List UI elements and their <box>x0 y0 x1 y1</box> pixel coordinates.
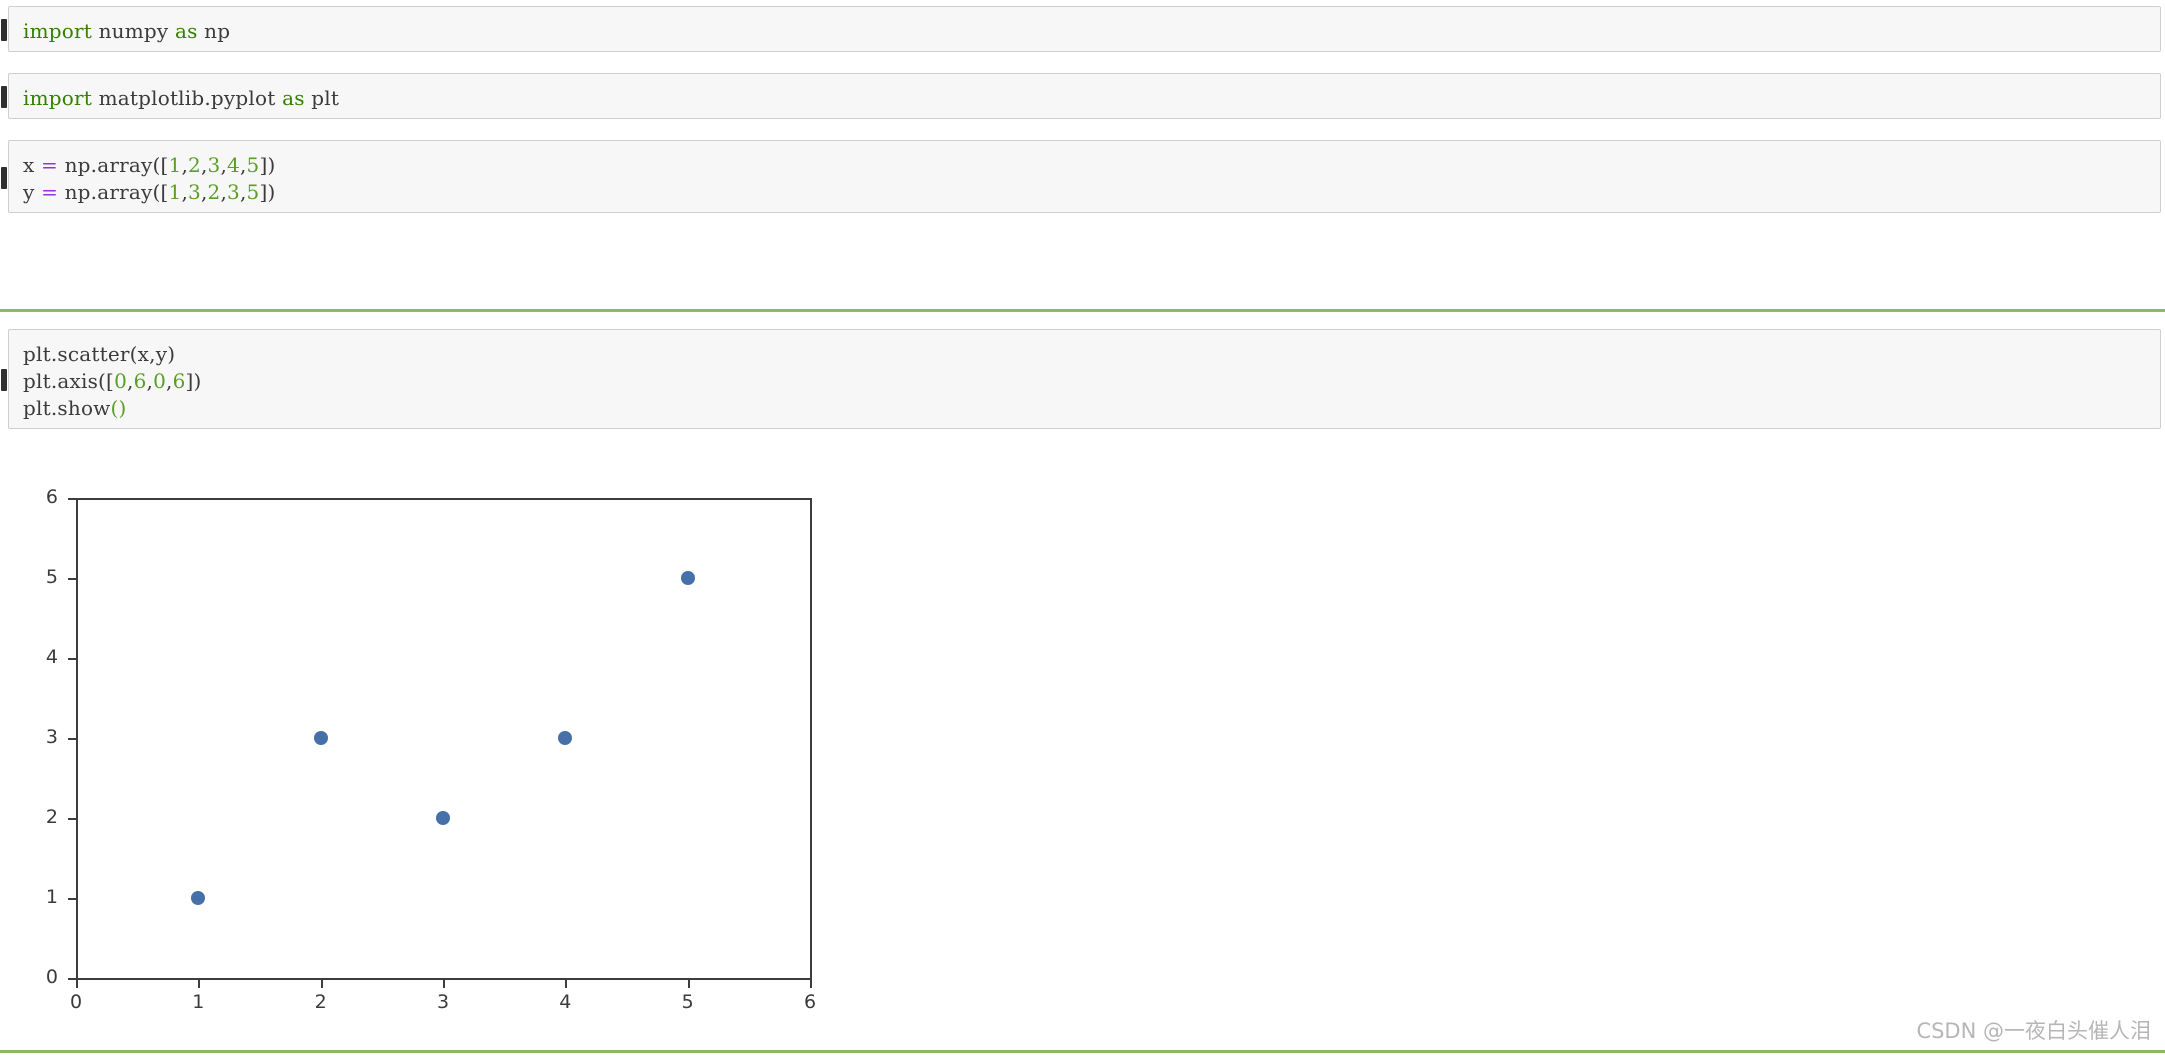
code-editor-area[interactable]: import numpy as np <box>9 7 2160 56</box>
y-tick-label: 2 <box>45 806 58 828</box>
code-token: plt.axis([ <box>23 369 115 393</box>
code-token: np <box>197 19 231 43</box>
code-token: 1 <box>168 153 182 177</box>
code-token: 2 <box>188 153 201 177</box>
code-line: plt.scatter(x,y) <box>23 341 2160 368</box>
cell-separator-rule-top <box>0 309 2165 312</box>
y-tick-label: 1 <box>45 886 58 908</box>
code-token: plt.show <box>23 396 111 420</box>
code-token: 5 <box>246 153 260 177</box>
x-tick-mark <box>320 980 323 988</box>
x-tick-mark <box>687 980 690 988</box>
scatter-point <box>191 891 206 905</box>
code-token: 5 <box>246 180 260 204</box>
code-token: 0 <box>114 369 127 393</box>
scatter-point <box>313 731 328 745</box>
code-token: as <box>282 86 305 110</box>
code-token: 4 <box>227 153 240 177</box>
cell-selection-bar <box>1 369 7 391</box>
axis-spine-right <box>810 498 812 980</box>
x-tick-label: 1 <box>192 991 205 1013</box>
y-tick-label: 3 <box>45 726 58 748</box>
cell-selection-bar <box>1 86 7 108</box>
y-tick-label: 4 <box>45 646 58 668</box>
x-tick-label: 4 <box>559 991 572 1013</box>
cell-selection-bar <box>1 167 7 189</box>
code-token: 6 <box>133 369 147 393</box>
code-token: ]) <box>185 369 202 393</box>
code-line: import matplotlib.pyplot as plt <box>23 85 2160 112</box>
y-tick-mark <box>68 898 76 900</box>
code-token: as <box>174 19 198 43</box>
y-tick-mark <box>68 978 76 980</box>
code-token: x <box>23 153 42 177</box>
code-line: plt.show() <box>23 395 2160 422</box>
x-tick-label: 6 <box>803 991 817 1013</box>
x-tick-mark <box>76 980 78 988</box>
cell-plot[interactable]: plt.scatter(x,y) plt.axis([0,6,0,6]) plt.s… <box>1 329 2161 429</box>
scatter-point <box>436 811 450 825</box>
code-token: 2 <box>207 180 221 204</box>
y-tick-mark <box>68 498 76 500</box>
y-tick-label: 5 <box>45 566 58 588</box>
code-editor-area[interactable]: import matplotlib.pyplot as plt <box>9 74 2160 123</box>
y-tick-mark <box>68 578 76 580</box>
y-tick-mark <box>68 818 76 820</box>
x-tick-mark <box>198 980 201 988</box>
code-token: = <box>41 180 59 204</box>
x-tick-mark <box>810 980 812 988</box>
code-token: 3 <box>188 180 201 204</box>
x-tick-mark <box>443 980 445 988</box>
code-token: plt.scatter(x,y) <box>23 342 176 366</box>
csdn-watermark: CSDN @一夜白头催人泪 <box>1916 1019 2151 1043</box>
code-editor-area[interactable]: plt.scatter(x,y) plt.axis([0,6,0,6]) plt.s… <box>9 330 2160 433</box>
scatter-point <box>680 571 695 585</box>
code-editor-area[interactable]: x = np.array([1,2,3,4,5]) y = np.array([1… <box>9 141 2160 217</box>
y-tick-mark <box>68 658 76 660</box>
code-token: y <box>23 180 42 204</box>
axis-spine-top <box>76 498 810 500</box>
code-token: = <box>41 153 59 177</box>
y-tick-label: 6 <box>45 486 58 508</box>
x-tick-label: 2 <box>314 991 327 1013</box>
code-token: 3 <box>227 180 240 204</box>
code-token: 0 <box>153 369 166 393</box>
code-token: import <box>23 19 93 43</box>
code-line: plt.axis([0,6,0,6]) <box>23 368 2160 395</box>
code-token: ]) <box>259 180 276 204</box>
code-token: () <box>110 396 127 420</box>
y-tick-mark <box>68 738 76 740</box>
x-tick-label: 0 <box>69 991 83 1013</box>
cell-selection-bar <box>1 19 7 41</box>
cell-import-pyplot[interactable]: import matplotlib.pyplot as plt <box>1 73 2161 119</box>
cell-define-arrays[interactable]: x = np.array([1,2,3,4,5]) y = np.array([1… <box>1 140 2161 213</box>
cell-separator-rule-bottom <box>0 1050 2165 1053</box>
code-token: import <box>23 86 93 110</box>
code-token: ]) <box>259 153 276 177</box>
axis-spine-left <box>76 498 78 978</box>
code-token: 6 <box>172 369 186 393</box>
code-token: matplotlib.pyplot <box>92 86 283 110</box>
code-line: y = np.array([1,3,2,3,5]) <box>23 179 2160 206</box>
code-token: np.array([ <box>58 180 169 204</box>
x-tick-mark <box>565 980 568 988</box>
code-token: numpy <box>92 19 175 43</box>
matplotlib-figure-output: 0 1 2 3 4 5 6 0 1 2 3 4 5 6 <box>0 470 900 1013</box>
code-token: 3 <box>207 153 221 177</box>
x-tick-label: 5 <box>681 991 694 1013</box>
y-tick-label: 0 <box>45 966 58 988</box>
cell-import-numpy[interactable]: import numpy as np <box>1 6 2161 52</box>
x-tick-label: 3 <box>436 991 450 1013</box>
code-token: plt <box>304 86 340 110</box>
scatter-point <box>558 731 573 745</box>
code-line: x = np.array([1,2,3,4,5]) <box>23 152 2160 179</box>
code-token: np.array([ <box>58 153 169 177</box>
code-line: import numpy as np <box>23 18 2160 45</box>
code-token: 1 <box>168 180 182 204</box>
